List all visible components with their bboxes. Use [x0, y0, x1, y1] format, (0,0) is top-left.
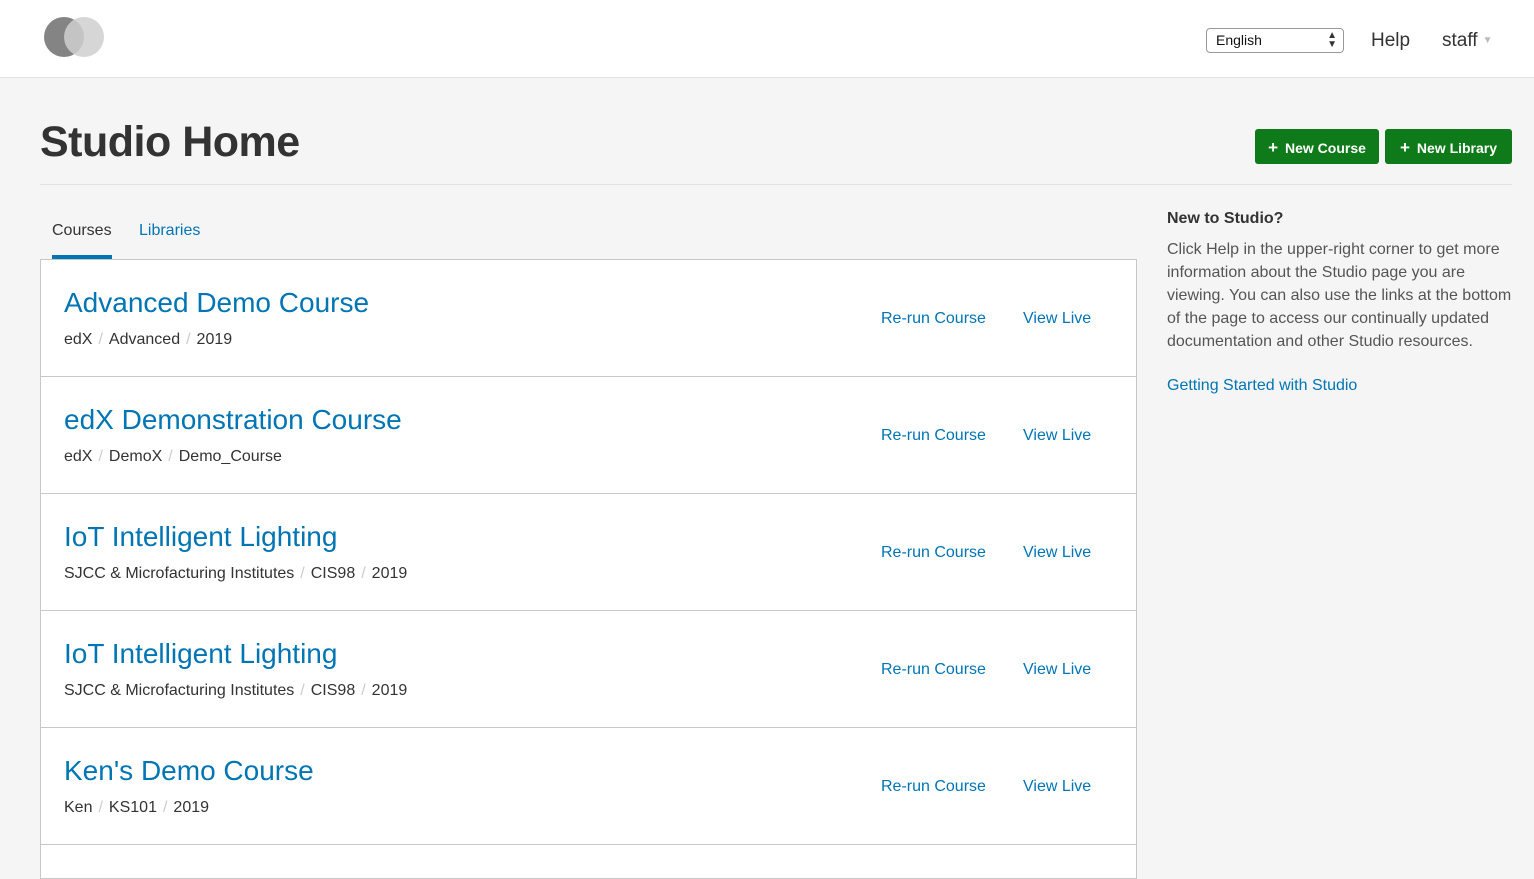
user-menu-label: staff: [1442, 30, 1478, 51]
view-live-link[interactable]: View Live: [1023, 661, 1091, 679]
course-name-link[interactable]: edX Demonstration Course: [64, 404, 402, 436]
course-metadata: SJCC & Microfacturing Institutes / CIS98 / 2…: [64, 565, 407, 583]
course-run: 2019: [371, 682, 408, 699]
separator: /: [162, 799, 168, 816]
course-item: IoT Intelligent Lighting SJCC & Microfac…: [41, 611, 1136, 728]
course-name-link[interactable]: Ken's Demo Course: [64, 755, 314, 787]
studio-logo[interactable]: [44, 17, 108, 59]
course-name-link[interactable]: Advanced Demo Course: [64, 287, 369, 319]
new-course-button-label: New Course: [1285, 140, 1366, 156]
separator: /: [98, 331, 103, 348]
separator: /: [300, 565, 305, 582]
course-number: KS101: [108, 799, 157, 816]
sidebar-title: New to Studio?: [1167, 210, 1284, 227]
site-header: English ▲ ▼ Help staff ▼: [0, 0, 1534, 78]
caret-down-icon: ▼: [1482, 35, 1493, 47]
course-number: CIS98: [310, 682, 356, 699]
course-number: Advanced: [108, 331, 181, 348]
rerun-course-link[interactable]: Re-run Course: [881, 778, 986, 796]
tab-courses[interactable]: Courses: [52, 222, 112, 240]
view-live-link[interactable]: View Live: [1023, 544, 1091, 562]
help-link[interactable]: Help: [1371, 30, 1410, 52]
course-run: 2019: [196, 331, 233, 348]
separator: /: [168, 448, 173, 465]
course-item: edX Demonstration Course edX / DemoX / Demo_…: [41, 377, 1136, 494]
course-org: edX: [64, 448, 93, 465]
logo-circle-light: [64, 17, 104, 57]
getting-started-link[interactable]: Getting Started with Studio: [1167, 377, 1357, 394]
new-library-button[interactable]: + New Library: [1385, 129, 1512, 164]
course-run: 2019: [173, 799, 210, 816]
course-number: DemoX: [108, 448, 163, 465]
course-org: edX: [64, 331, 93, 348]
view-live-link[interactable]: View Live: [1023, 778, 1091, 796]
course-name-link[interactable]: IoT Intelligent Lighting: [64, 521, 337, 553]
language-select[interactable]: English ▲ ▼: [1206, 28, 1344, 53]
select-arrows-icon: ▲ ▼: [1327, 30, 1337, 50]
sidebar-text: Click Help in the upper-right corner to …: [1167, 241, 1512, 350]
plus-icon: +: [1399, 138, 1410, 157]
course-run: Demo_Course: [178, 448, 282, 465]
new-course-button[interactable]: + New Course: [1255, 129, 1379, 164]
course-org: Ken: [64, 799, 93, 816]
course-org: SJCC & Microfacturing Institutes: [64, 565, 295, 582]
rerun-course-link[interactable]: Re-run Course: [881, 310, 986, 328]
view-live-link[interactable]: View Live: [1023, 427, 1091, 445]
rerun-course-link[interactable]: Re-run Course: [881, 544, 986, 562]
course-org: SJCC & Microfacturing Institutes: [64, 682, 295, 699]
view-live-link[interactable]: View Live: [1023, 310, 1091, 328]
course-metadata: SJCC & Microfacturing Institutes / CIS98 / 2…: [64, 682, 407, 700]
course-metadata: edX / Advanced / 2019: [64, 331, 232, 349]
rerun-course-link[interactable]: Re-run Course: [881, 427, 986, 445]
separator: /: [98, 799, 103, 816]
rerun-course-link[interactable]: Re-run Course: [881, 661, 986, 679]
separator: /: [361, 565, 366, 582]
plus-icon: +: [1268, 138, 1278, 157]
course-number: CIS98: [310, 565, 356, 582]
course-metadata: edX / DemoX / Demo_Course: [64, 448, 282, 466]
sidebar-help: New to Studio? Click Help in the upper-r…: [1167, 210, 1512, 395]
separator: /: [300, 682, 305, 699]
course-list: Advanced Demo Course edX / Advanced / 2019 R…: [40, 259, 1137, 879]
course-run: 2019: [371, 565, 408, 582]
separator: /: [186, 331, 191, 348]
language-select-value: English: [1216, 32, 1262, 48]
separator: /: [361, 682, 366, 699]
user-menu[interactable]: staff ▼: [1442, 30, 1492, 52]
course-item: Ken's Demo Course Ken / KS101 / 2019 Re-run …: [41, 728, 1136, 845]
page-title: Studio Home: [40, 118, 300, 166]
course-item: Advanced Demo Course edX / Advanced / 2019 R…: [41, 260, 1136, 377]
course-item: IoT Intelligent Lighting SJCC & Microfac…: [41, 494, 1136, 611]
course-name-link[interactable]: IoT Intelligent Lighting: [64, 638, 337, 670]
new-library-button-label: New Library: [1416, 140, 1498, 156]
separator: /: [98, 448, 103, 465]
tab-libraries[interactable]: Libraries: [139, 222, 200, 240]
title-divider: [40, 184, 1512, 185]
course-metadata: Ken / KS101 / 2019: [64, 799, 209, 817]
